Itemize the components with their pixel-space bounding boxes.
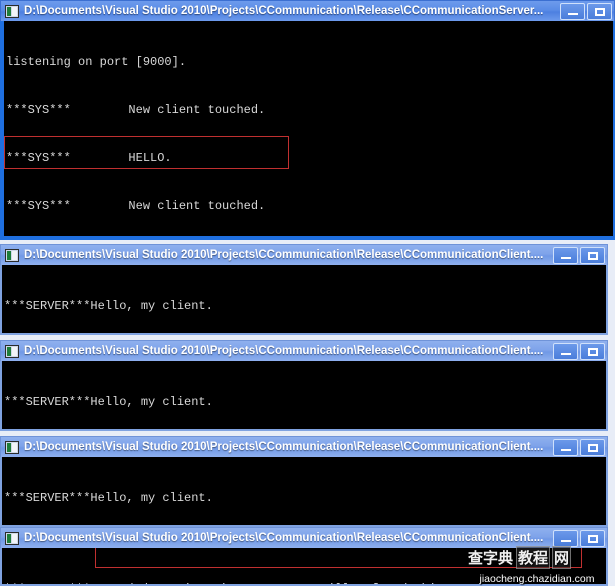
client2-window-titlebar[interactable]: D:\Documents\Visual Studio 2010\Projects… xyxy=(0,340,608,361)
maximize-button[interactable] xyxy=(580,438,605,456)
client1-window-controls[interactable] xyxy=(553,246,605,264)
minimize-button[interactable] xyxy=(560,2,585,20)
watermark-text-1: 查字典 xyxy=(468,549,514,567)
watermark-url: jiaocheng.chazidian.com xyxy=(479,573,595,585)
console-line: ***SYS*** New client touched. xyxy=(6,103,266,117)
server-console-lines: listening on port [9000]. ***SYS*** New … xyxy=(4,21,613,236)
server-console-output[interactable]: listening on port [9000]. ***SYS*** New … xyxy=(0,21,615,240)
client3-window-controls[interactable] xyxy=(553,438,605,456)
console-line: ***SERVER***Hello, my client. xyxy=(4,395,213,409)
client1-console-window[interactable]: D:\Documents\Visual Studio 2010\Projects… xyxy=(0,244,608,335)
watermark-text-2: 教程 xyxy=(516,546,551,569)
console-app-icon xyxy=(5,4,19,18)
client1-window-titlebar[interactable]: D:\Documents\Visual Studio 2010\Projects… xyxy=(0,244,608,265)
client2-window-controls[interactable] xyxy=(553,342,605,360)
client2-console-window[interactable]: D:\Documents\Visual Studio 2010\Projects… xyxy=(0,340,608,431)
console-line: ***SYS*** New client touched. xyxy=(6,199,266,213)
console-app-icon xyxy=(5,440,19,454)
client1-console-lines: ***SERVER***Hello, my client. You can ch… xyxy=(2,265,606,333)
client3-window-title: D:\Documents\Visual Studio 2010\Projects… xyxy=(24,440,544,453)
client2-console-output[interactable]: ***SERVER***Hello, my client. You can ch… xyxy=(0,361,608,431)
console-line: ***SERVER***Hello, my client. xyxy=(4,299,213,313)
server-window-titlebar[interactable]: D:\Documents\Visual Studio 2010\Projects… xyxy=(0,0,615,21)
client1-console-output[interactable]: ***SERVER***Hello, my client. You can ch… xyxy=(0,265,608,335)
maximize-button[interactable] xyxy=(580,342,605,360)
server-window-controls[interactable] xyxy=(560,2,612,20)
maximize-button[interactable] xyxy=(587,2,612,20)
minimize-button[interactable] xyxy=(553,438,578,456)
client2-console-lines: ***SERVER***Hello, my client. You can ch… xyxy=(2,361,606,429)
server-console-window[interactable]: D:\Documents\Visual Studio 2010\Projects… xyxy=(0,0,615,240)
console-line: ***SERVER***Hello, my client. xyxy=(4,491,213,505)
console-app-icon xyxy=(5,531,19,545)
client1-window-title: D:\Documents\Visual Studio 2010\Projects… xyxy=(24,248,544,261)
client3-console-output[interactable]: ***SERVER***Hello, my client. You can ch… xyxy=(0,457,608,527)
minimize-button[interactable] xyxy=(553,342,578,360)
watermark-text-3: 网 xyxy=(552,546,572,569)
maximize-button[interactable] xyxy=(580,246,605,264)
site-watermark: 查字典 教程 网 jiaocheng.chazidian.com xyxy=(461,544,613,586)
console-line: ***SYS*** HELLO. xyxy=(6,151,172,165)
client3-console-lines: ***SERVER***Hello, my client. You can ch… xyxy=(2,457,606,525)
server-window-title: D:\Documents\Visual Studio 2010\Projects… xyxy=(24,4,544,17)
minimize-button[interactable] xyxy=(553,246,578,264)
console-line: listening on port [9000]. xyxy=(6,55,187,69)
client3-console-window[interactable]: D:\Documents\Visual Studio 2010\Projects… xyxy=(0,436,608,527)
client2-window-title: D:\Documents\Visual Studio 2010\Projects… xyxy=(24,344,544,357)
console-app-icon xyxy=(5,344,19,358)
console-app-icon xyxy=(5,248,19,262)
watermark-logo: 查字典 教程 网 xyxy=(467,546,572,569)
client3-window-titlebar[interactable]: D:\Documents\Visual Studio 2010\Projects… xyxy=(0,436,608,457)
